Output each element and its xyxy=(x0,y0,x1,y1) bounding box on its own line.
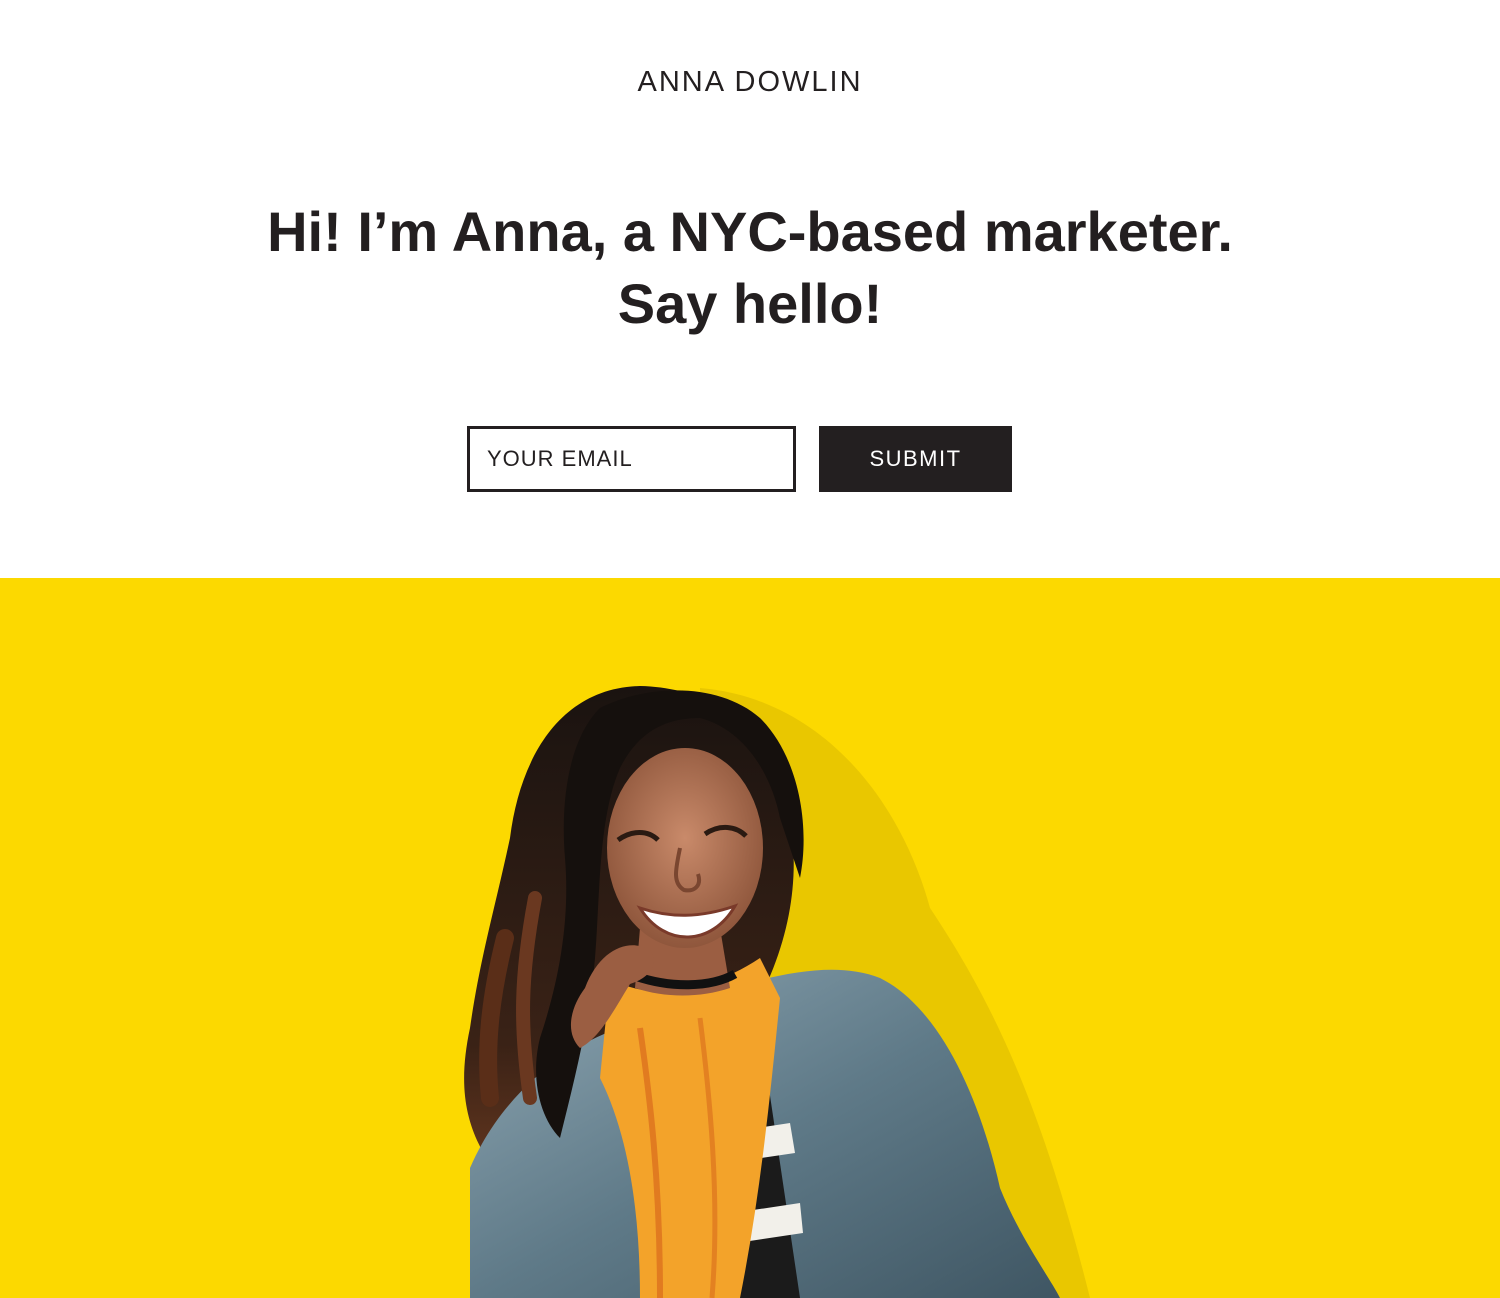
submit-button[interactable]: SUBMIT xyxy=(819,426,1012,492)
headline-line-1: Hi! I’m Anna, a NYC-based marketer. xyxy=(267,200,1233,263)
hero-section xyxy=(0,578,1500,1298)
page: ANNA DOWLIN Hi! I’m Anna, a NYC-based ma… xyxy=(0,0,1500,1298)
headline-line-2: Say hello! xyxy=(617,272,883,335)
intro-section: ANNA DOWLIN Hi! I’m Anna, a NYC-based ma… xyxy=(0,0,1500,578)
portrait-photo xyxy=(464,686,1090,1298)
page-headline: Hi! I’m Anna, a NYC-based marketer. Say … xyxy=(0,196,1500,340)
brand-name[interactable]: ANNA DOWLIN xyxy=(0,66,1500,99)
signup-form: SUBMIT xyxy=(467,426,1012,492)
email-input[interactable] xyxy=(467,426,796,492)
